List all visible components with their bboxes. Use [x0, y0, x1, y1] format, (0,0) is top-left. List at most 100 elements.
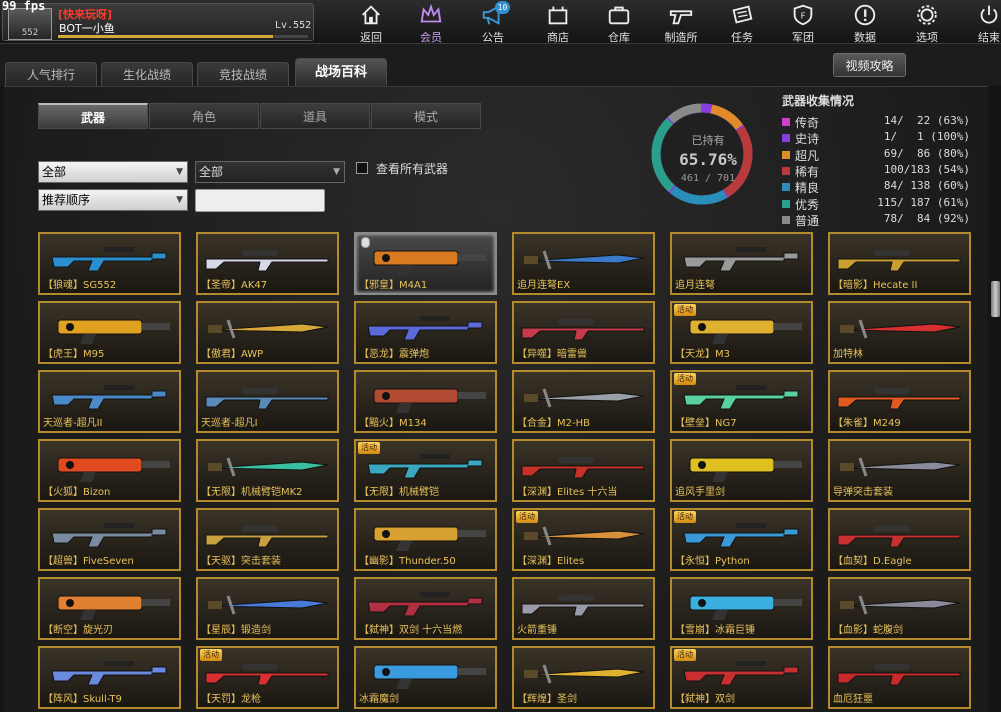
weapon-card[interactable]: 天巡者-超凡II [38, 370, 181, 433]
weapon-name: 导弹突击套装 [833, 487, 893, 498]
weapon-card[interactable]: 追月连弩 [670, 232, 813, 295]
nav-warehouse-button[interactable]: 仓库 [594, 2, 644, 44]
weapon-card[interactable]: 活动 【弑神】双剑 [670, 646, 813, 709]
subtab-modes[interactable]: 模式 [371, 103, 481, 129]
category-filter-select[interactable]: 全部 ▼ [38, 161, 188, 183]
weapon-name: 【无限】机械臂铠MK2 [201, 487, 303, 498]
collection-row: 稀有 100/183 (54%) [782, 163, 972, 179]
chevron-down-icon: ▼ [176, 167, 183, 177]
weapon-card[interactable]: 血厄狂噩 [828, 646, 971, 709]
weapon-name: 【永恒】Python [675, 556, 750, 567]
weapon-image [205, 526, 329, 548]
svg-text:F: F [801, 11, 806, 21]
weapon-image [208, 457, 329, 477]
weapon-card[interactable]: 【合金】M2-HB [512, 370, 655, 433]
weapon-card[interactable]: 活动 【天罚】龙枪 [196, 646, 339, 709]
weapon-card[interactable]: 活动 【深渊】Elites [512, 508, 655, 571]
nav-exit-label: 结束 [978, 31, 1000, 44]
collection-row: 史诗 1/ 1 (100%) [782, 130, 972, 146]
nav-craft-button[interactable]: 制造所 [656, 2, 706, 44]
weapon-card[interactable]: 【血契】D.Eagle [828, 508, 971, 571]
weapon-image [367, 592, 483, 617]
weapon-card[interactable]: 活动 【天龙】M3 [670, 301, 813, 364]
view-all-label: 查看所有武器 [376, 162, 449, 176]
weapon-name: 追风手里剑 [675, 487, 725, 498]
weapon-card[interactable]: 【超兽】FiveSeven [38, 508, 181, 571]
weapon-card[interactable]: 【星辰】锻造剑 [196, 577, 339, 640]
weapon-card[interactable]: 【圣帝】AK47 [196, 232, 339, 295]
weapon-name: 【暗影】Hecate II [833, 280, 918, 291]
player-panel[interactable]: 552 [快来玩呀] BOT一小鱼 Lv.552 [2, 3, 314, 41]
weapon-image [840, 319, 961, 339]
gun-icon [669, 10, 693, 25]
rarity-swatch [782, 183, 790, 192]
xp-bar [58, 35, 308, 38]
rarity-swatch [782, 215, 790, 224]
subtab-characters[interactable]: 角色 [149, 103, 259, 129]
nav-shop-button[interactable]: 商店 [533, 2, 583, 44]
nav-options-button[interactable]: 选项 [902, 2, 952, 44]
weapon-card[interactable]: 【火狐】Bizon [38, 439, 181, 502]
owned-label: 已持有 [691, 134, 725, 147]
weapon-card[interactable]: 【黯火】M134 [354, 370, 497, 433]
weapon-card[interactable]: 【狼魂】SG552 [38, 232, 181, 295]
nav-back-button[interactable]: 返回 [346, 2, 396, 44]
weapon-card[interactable]: 天巡者-超凡I [196, 370, 339, 433]
rarity-count: 14/ 22 (63%) [883, 114, 970, 127]
weapon-card[interactable]: 【异噬】暗雷兽 [512, 301, 655, 364]
weapon-card[interactable]: 【断空】旋光刃 [38, 577, 181, 640]
search-input[interactable] [195, 189, 325, 212]
weapon-card[interactable]: 【雪崩】冰霜巨锤 [670, 577, 813, 640]
view-all-checkbox[interactable] [356, 162, 368, 174]
weapon-name: 追月连弩EX [517, 280, 571, 291]
sort-order-select[interactable]: 推荐顺序 ▼ [38, 189, 188, 211]
subtab-weapons[interactable]: 武器 [38, 103, 148, 129]
nav-legion-button[interactable]: F 军团 [778, 2, 828, 44]
nav-data-label: 数据 [854, 31, 876, 44]
weapon-card[interactable]: 【朱雀】M249 [828, 370, 971, 433]
tab-popularity[interactable]: 人气排行 [5, 62, 97, 86]
weapon-card[interactable]: 【暗影】Hecate II [828, 232, 971, 295]
weapon-card[interactable]: 【天驱】突击套装 [196, 508, 339, 571]
nav-data-button[interactable]: 数据 [840, 2, 890, 44]
nav-notice-button[interactable]: 10 公告 [468, 1, 518, 44]
weapon-image [205, 250, 329, 272]
nav-member-button[interactable]: 会员 [406, 2, 456, 44]
weapon-card[interactable]: 【幽影】Thunder.50 [354, 508, 497, 571]
weapon-card[interactable]: 追风手里剑 [670, 439, 813, 502]
subtab-items[interactable]: 道具 [260, 103, 370, 129]
weapon-card[interactable]: 活动 【永恒】Python [670, 508, 813, 571]
scroll-thumb[interactable] [991, 281, 1000, 317]
weapon-card[interactable]: 【辉煌】圣剑 [512, 646, 655, 709]
weapon-card[interactable]: 【无限】机械臂铠MK2 [196, 439, 339, 502]
weapon-card[interactable]: 【阵风】Skull-T9 [38, 646, 181, 709]
weapon-card[interactable]: 活动 【壁垒】NG7 [670, 370, 813, 433]
weapon-card[interactable]: 【血影】蛇腹剑 [828, 577, 971, 640]
weapon-card[interactable]: 【邪皇】M4A1 [354, 232, 497, 295]
weapon-card[interactable]: 【恶龙】震弹炮 [354, 301, 497, 364]
weapon-card[interactable]: 火箭重锤 [512, 577, 655, 640]
rarity-count: 115/ 187 (61%) [877, 195, 970, 209]
subcategory-filter-select[interactable]: 全部 ▼ [195, 161, 345, 183]
tab-encyclopedia[interactable]: 战场百科 [295, 58, 387, 86]
weapon-card[interactable]: 活动 【无限】机械臂铠 [354, 439, 497, 502]
weapon-card[interactable]: 加特林 [828, 301, 971, 364]
weapon-image [524, 388, 645, 408]
nav-mission-button[interactable]: 任务 [717, 2, 767, 44]
rarity-count: 100/183 (54%) [883, 162, 970, 176]
tab-zombie-record[interactable]: 生化战绩 [101, 62, 193, 86]
nav-notice-label: 公告 [482, 31, 504, 44]
weapon-card[interactable]: 导弹突击套装 [828, 439, 971, 502]
shield-icon: F [793, 4, 813, 26]
video-guide-button[interactable]: 视频攻略 [833, 53, 906, 77]
tab-competitive-record[interactable]: 竞技战绩 [197, 62, 289, 86]
weapon-card[interactable]: 【弑神】双剑 十六当燃 [354, 577, 497, 640]
nav-exit-button[interactable]: 结束 [964, 2, 1001, 44]
weapon-card[interactable]: 追月连弩EX [512, 232, 655, 295]
weapon-card[interactable]: 【傲君】AWP [196, 301, 339, 364]
gear-icon [917, 5, 937, 25]
weapon-card[interactable]: 冰霜魔剑 [354, 646, 497, 709]
weapon-card[interactable]: 【虎王】M95 [38, 301, 181, 364]
scrollbar[interactable] [990, 86, 1001, 712]
weapon-card[interactable]: 【深渊】Elites 十六当 [512, 439, 655, 502]
